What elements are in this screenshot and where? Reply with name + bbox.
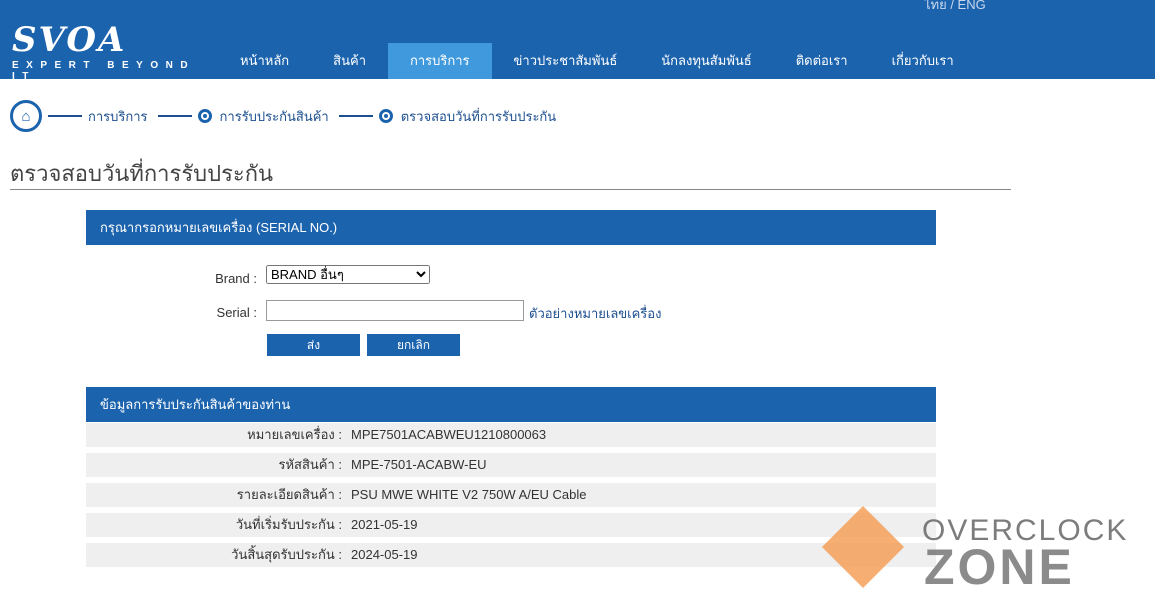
row-value: 2021-05-19 bbox=[351, 517, 418, 532]
serial-label: Serial : bbox=[216, 305, 257, 320]
breadcrumb-dot-icon bbox=[378, 109, 393, 123]
nav-products[interactable]: สินค้า bbox=[311, 43, 388, 79]
row-label: วันที่เริ่มรับประกัน : bbox=[235, 517, 342, 532]
row-value: 2024-05-19 bbox=[351, 547, 418, 562]
result-row: รหัสสินค้า : MPE-7501-ACABW-EU bbox=[86, 453, 936, 477]
row-value: MPE-7501-ACABW-EU bbox=[351, 457, 487, 472]
breadcrumb-line bbox=[338, 115, 373, 117]
breadcrumb-check-date: ตรวจสอบวันที่การรับประกัน bbox=[400, 108, 557, 124]
cancel-button[interactable]: ยกเลิก bbox=[367, 334, 460, 356]
brand-select[interactable]: BRAND อื่นๆ bbox=[266, 265, 430, 284]
logo-tagline: EXPERT BEYOND IT bbox=[12, 60, 196, 82]
breadcrumb: ⌂ การบริการ การรับประกันสินค้า ตรวจสอบวั… bbox=[10, 100, 556, 132]
serial-example-link[interactable]: ตัวอย่างหมายเลขเครื่อง bbox=[529, 303, 661, 324]
result-header: ข้อมูลการรับประกันสินค้าของท่าน bbox=[86, 387, 936, 422]
result-row: วันสิ้นสุดรับประกัน : 2024-05-19 bbox=[86, 543, 936, 567]
language-switch[interactable]: ไทย / ENG bbox=[924, 0, 986, 15]
breadcrumb-services[interactable]: การบริการ bbox=[88, 106, 148, 127]
row-label: รหัสสินค้า : bbox=[278, 457, 342, 472]
svoa-logo[interactable]: SVOA EXPERT BEYOND IT bbox=[12, 20, 212, 82]
logo-text: SVOA bbox=[12, 20, 127, 60]
result-row: วันที่เริ่มรับประกัน : 2021-05-19 bbox=[86, 513, 936, 537]
submit-button[interactable]: ส่ง bbox=[267, 334, 360, 356]
nav-investor[interactable]: นักลงทุนสัมพันธ์ bbox=[639, 43, 773, 79]
watermark-line2: ZONE bbox=[924, 539, 1075, 595]
row-label: วันสิ้นสุดรับประกัน : bbox=[231, 547, 342, 562]
breadcrumb-line bbox=[48, 115, 82, 117]
breadcrumb-line bbox=[157, 115, 192, 117]
result-row: รายละเอียดสินค้า : PSU MWE WHITE V2 750W … bbox=[86, 483, 936, 507]
site-header: ไทย / ENG SVOA EXPERT BEYOND IT หน้าหลัก… bbox=[0, 0, 1155, 82]
nav-about[interactable]: เกี่ยวกับเรา bbox=[870, 43, 976, 79]
overclockzone-watermark: OVERCLOCK ZONE bbox=[820, 505, 1150, 598]
row-label: หมายเลขเครื่อง : bbox=[247, 427, 342, 442]
brand-label: Brand : bbox=[215, 271, 257, 286]
main-nav: หน้าหลัก สินค้า การบริการ ข่าวประชาสัมพั… bbox=[218, 43, 976, 79]
title-divider bbox=[10, 189, 1011, 190]
watermark-diamond-icon bbox=[821, 505, 905, 589]
row-label: รายละเอียดสินค้า : bbox=[236, 487, 342, 502]
nav-services[interactable]: การบริการ bbox=[388, 43, 492, 79]
breadcrumb-warranty[interactable]: การรับประกันสินค้า bbox=[220, 106, 329, 127]
nav-home[interactable]: หน้าหลัก bbox=[218, 43, 311, 79]
page-title: ตรวจสอบวันที่การรับประกัน bbox=[10, 161, 274, 186]
breadcrumb-dot-icon bbox=[197, 109, 212, 123]
row-value: PSU MWE WHITE V2 750W A/EU Cable bbox=[351, 487, 587, 502]
serial-input[interactable] bbox=[266, 300, 524, 321]
nav-contact[interactable]: ติดต่อเรา bbox=[774, 43, 870, 79]
result-row: หมายเลขเครื่อง : MPE7501ACABWEU1210800063 bbox=[86, 423, 936, 447]
home-icon[interactable]: ⌂ bbox=[10, 100, 42, 132]
nav-news[interactable]: ข่าวประชาสัมพันธ์ bbox=[492, 43, 640, 79]
form-header: กรุณากรอกหมายเลขเครื่อง (SERIAL NO.) bbox=[86, 210, 936, 245]
row-value: MPE7501ACABWEU1210800063 bbox=[351, 427, 547, 442]
